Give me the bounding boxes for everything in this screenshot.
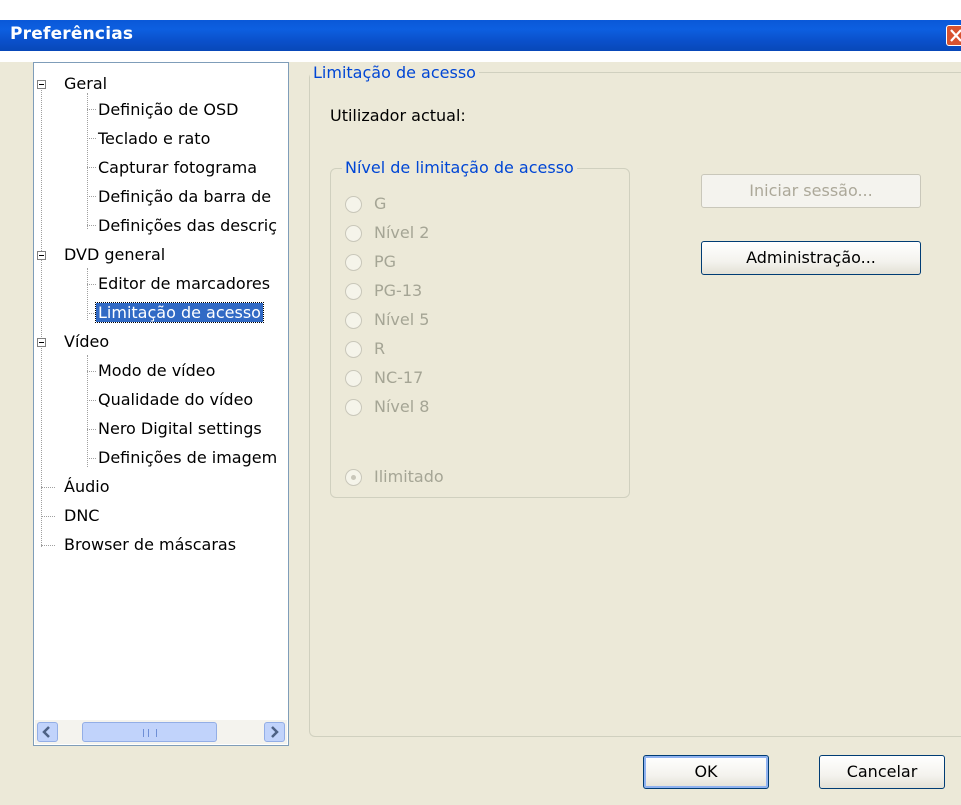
radio-label: Ilimitado [374, 467, 444, 486]
tree-item-label: Limitação de acesso [95, 302, 264, 323]
radio-icon [345, 254, 362, 271]
radio-icon [345, 341, 362, 358]
tree-item-label: Nero Digital settings [98, 419, 262, 438]
tree-item-label: DVD general [64, 245, 166, 264]
tree-item-geral[interactable]: Geral [64, 71, 107, 97]
tree-connector [87, 109, 96, 110]
radio-label: G [374, 194, 387, 213]
tree-connector [87, 196, 96, 197]
tree-item-label: Qualidade do vídeo [98, 390, 254, 409]
tree-item-label: Vídeo [64, 332, 110, 351]
collapse-icon[interactable] [37, 80, 46, 89]
tree-item-label: Definições de imagem [98, 448, 278, 467]
radio-label: Nível 8 [374, 397, 430, 416]
radio-icon [345, 196, 362, 213]
tree-item-label: Definição de OSD [98, 100, 239, 119]
radio-label: R [374, 339, 386, 358]
scroll-thumb[interactable] [82, 722, 217, 742]
tree-item-modo-video[interactable]: Modo de vídeo [98, 358, 215, 384]
radio-checked-icon [345, 469, 362, 486]
login-button[interactable]: Iniciar sessão... [701, 174, 921, 208]
close-icon [950, 29, 961, 42]
tree-item-barra[interactable]: Definição da barra de [98, 184, 271, 210]
tree-connector [41, 516, 55, 517]
tree-item-label: Áudio [64, 477, 110, 496]
title-bar-strip [0, 20, 961, 51]
ok-button[interactable]: OK [643, 755, 769, 789]
tree-connector [87, 458, 96, 459]
radio-icon [345, 370, 362, 387]
tree-connector [87, 429, 96, 430]
tree-item-label: Definição da barra de [98, 187, 272, 206]
preferences-tree[interactable]: Geral Definição de OSD Teclado e rato Ca… [33, 62, 289, 746]
arrow-right-icon [271, 726, 279, 738]
grip-icon [143, 729, 157, 737]
scroll-right-button[interactable] [264, 722, 285, 742]
radio-label: Nível 5 [374, 310, 430, 329]
tree-connector [41, 487, 55, 488]
tree-item-audio[interactable]: Áudio [64, 474, 109, 500]
radio-icon [345, 225, 362, 242]
radio-icon [345, 399, 362, 416]
tree-item-label: Definições das descriç [98, 216, 278, 235]
tree-connector [87, 138, 96, 139]
tree-item-imagem[interactable]: Definições de imagem [98, 445, 277, 471]
collapse-icon[interactable] [37, 338, 46, 347]
title-bar: Preferências [0, 0, 961, 62]
arrow-left-icon [42, 726, 50, 738]
tree-item-label: Geral [64, 74, 108, 93]
tree-item-label: Modo de vídeo [98, 361, 216, 380]
scroll-left-button[interactable] [37, 722, 58, 742]
tree-item-marcadores[interactable]: Editor de marcadores [98, 271, 270, 297]
radio-label: NC-17 [374, 368, 424, 387]
tree-connector [87, 284, 96, 285]
tree-connector [87, 225, 96, 226]
close-button[interactable] [946, 25, 961, 46]
tree-item-capturar[interactable]: Capturar fotograma [98, 155, 257, 181]
tree-item-video[interactable]: Vídeo [64, 329, 109, 355]
tree-connector [87, 167, 96, 168]
access-level-group-title: Nível de limitação de acesso [342, 159, 577, 177]
tree-item-label: DNC [64, 506, 100, 525]
tree-item-qualidade[interactable]: Qualidade do vídeo [98, 387, 253, 413]
tree-item-dvd[interactable]: DVD general [64, 242, 165, 268]
tree-item-label: Capturar fotograma [98, 158, 258, 177]
radio-icon [345, 283, 362, 300]
current-user-label: Utilizador actual: [330, 106, 466, 125]
tree-connector [41, 87, 42, 547]
tree-item-limitacao[interactable]: Limitação de acesso [95, 300, 264, 326]
access-limit-group-title: Limitação de acesso [310, 64, 479, 82]
radio-label: PG-13 [374, 281, 423, 300]
tree-item-label: Editor de marcadores [98, 274, 271, 293]
tree-item-label: Teclado e rato [98, 129, 211, 148]
administration-button[interactable]: Administração... [701, 241, 921, 275]
radio-label: PG [374, 252, 397, 271]
radio-label: Nível 2 [374, 223, 430, 242]
tree-item-browser[interactable]: Browser de máscaras [64, 532, 236, 558]
cancel-button[interactable]: Cancelar [819, 755, 945, 789]
tree-item-teclado[interactable]: Teclado e rato [98, 126, 210, 152]
tree-connector [87, 313, 96, 314]
window-title: Preferências [10, 24, 134, 44]
tree-connector [41, 545, 55, 546]
horizontal-scrollbar[interactable] [35, 720, 287, 744]
tree-connector [87, 400, 96, 401]
tree-item-dnc[interactable]: DNC [64, 503, 99, 529]
tree-connector [87, 93, 88, 229]
access-level-group [330, 168, 630, 498]
tree-item-osd[interactable]: Definição de OSD [98, 97, 238, 123]
tree-connector [87, 371, 96, 372]
tree-item-nero[interactable]: Nero Digital settings [98, 416, 262, 442]
tree-item-label: Browser de máscaras [64, 535, 237, 554]
tree-item-descricoes[interactable]: Definições das descriç [98, 213, 277, 239]
radio-icon [345, 312, 362, 329]
collapse-icon[interactable] [37, 251, 46, 260]
